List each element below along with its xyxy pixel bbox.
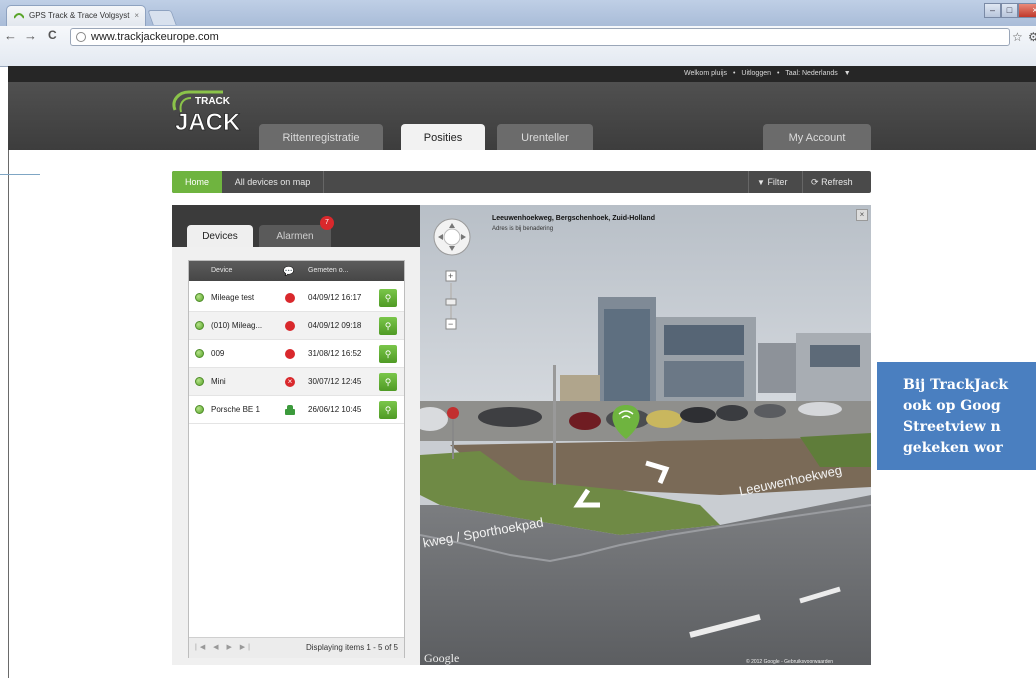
locate-button[interactable]: ⚲ [379,373,397,391]
refresh-label: Refresh [821,177,853,187]
chevron-down-icon[interactable]: ▼ [844,70,851,77]
forward-arrow-icon[interactable]: → [24,28,37,43]
locate-button[interactable]: ⚲ [379,317,397,335]
device-name: Mini [211,377,226,386]
table-row[interactable]: Mileage test 04/09/12 16:17 ⚲ [189,284,404,312]
table-row[interactable]: Porsche BE 1 26/06/12 10:45 ⚲ [189,396,404,424]
streetview-approx: Adres is bij benadering [492,226,554,232]
tab-alarmen[interactable]: Alarmen [259,225,331,247]
favicon-icon [14,13,24,19]
table-row[interactable]: (010) Mileag... 04/09/12 09:18 ⚲ [189,312,404,340]
streetview-address: Leeuwenhoekweg, Bergschenhoek, Zuid-Holl… [492,215,655,222]
refresh-icon: ⟳ [811,177,819,187]
online-status-icon [195,405,204,414]
home-button[interactable]: Home [172,171,222,193]
table-row[interactable]: 009 31/08/12 16:52 ⚲ [189,340,404,368]
svg-text:TRACK: TRACK [195,96,231,107]
streetview-panel[interactable]: + − Leeuwenhoekweg kweg / Sporthoekpad L… [420,205,871,665]
close-window-icon[interactable]: × [1018,3,1036,18]
grid-pager: |◀ ◀ ▶ ▶| Displaying items 1 - 5 of 5 [189,637,404,658]
device-name: 009 [211,349,225,358]
online-status-icon [195,377,204,386]
url-text: www.trackjackeurope.com [91,31,219,43]
svg-text:−: − [448,319,453,329]
device-name: Porsche BE 1 [211,405,260,414]
back-arrow-icon[interactable]: ← [4,28,17,43]
all-devices-button[interactable]: All devices on map [222,171,324,193]
filter-button[interactable]: ▼ Filter [748,171,795,193]
refresh-button[interactable]: ⟳ Refresh [802,171,861,193]
menu-wrench-icon[interactable]: ⚙ [1028,30,1036,44]
window-controls: – □ × [984,3,1036,18]
callout-line: Bij TrackJack [903,377,1009,393]
car-icon [285,405,295,415]
measured-date: 04/09/12 16:17 [308,293,362,302]
pager-controls[interactable]: |◀ ◀ ▶ ▶| [195,638,253,658]
map-toolbar: Home All devices on map ▼ Filter ⟳ Refre… [172,171,871,193]
chat-icon: 💬 [283,266,295,276]
measured-date: 31/08/12 16:52 [308,349,362,358]
locate-button[interactable]: ⚲ [379,345,397,363]
separator: • [733,70,736,77]
trackjack-logo[interactable]: TRACK JACK [165,90,243,136]
pager-info: Displaying items 1 - 5 of 5 [305,643,398,652]
callout-line: Streetview n [903,419,1001,435]
reload-icon[interactable]: C [48,28,57,42]
callout-line: ook op Goog [903,398,1001,414]
device-name: Mileage test [211,293,255,302]
filter-icon: ▼ [757,178,765,187]
copyright-text[interactable]: © 2012 Google - Gebruiksvoorwaarden [746,659,833,665]
page-icon [76,32,86,42]
language-select[interactable]: Taal: Nederlands [785,70,838,77]
close-icon[interactable]: × [856,209,868,221]
online-status-icon [195,349,204,358]
maximize-icon[interactable]: □ [1001,3,1018,18]
callout-line: gekeken wor [903,440,1003,456]
address-bar[interactable]: www.trackjackeurope.com [70,28,1010,46]
tab-my-account[interactable]: My Account [763,124,871,150]
column-device[interactable]: Device [211,261,232,281]
logout-link[interactable]: Uitloggen [741,70,771,77]
error-icon: × [285,377,295,387]
online-status-icon [195,321,204,330]
divider [0,174,40,175]
table-row[interactable]: Mini × 30/07/12 12:45 ⚲ [189,368,404,396]
online-status-icon [195,293,204,302]
tab-devices[interactable]: Devices [187,225,253,247]
grid-header: Device 💬 Gemeten o... [189,261,404,281]
locate-button[interactable]: ⚲ [379,289,397,307]
tab-rittenregistratie[interactable]: Rittenregistratie [259,124,383,150]
separator: • [776,70,780,77]
alarm-count-badge: 7 [320,216,334,230]
svg-text:JACK: JACK [175,109,241,136]
stop-icon [285,349,295,359]
site-topbar: Welkom pluijs • Uitloggen • Taal: Nederl… [8,66,1036,82]
google-logo: Google [424,651,460,665]
stop-icon [285,293,295,303]
locate-button[interactable]: ⚲ [379,401,397,419]
browser-toolbar: ← → C www.trackjackeurope.com ☆ ⚙ [0,26,1036,67]
tab-urenteller[interactable]: Urenteller [497,124,593,150]
tab-close-icon[interactable]: × [134,6,139,26]
minimize-icon[interactable]: – [984,3,1001,18]
filter-label: Filter [767,177,788,187]
measured-date: 04/09/12 09:18 [308,321,362,330]
measured-date: 30/07/12 12:45 [308,377,362,386]
device-name: (010) Mileag... [211,321,263,330]
stop-icon [285,321,295,331]
new-tab-button[interactable] [147,10,177,25]
welcome-text: Welkom pluijs [684,70,728,77]
callout-box: Bij TrackJack ook op Goog Streetview n g… [877,362,1036,470]
page-border [8,150,9,678]
measured-date: 26/06/12 10:45 [308,405,362,414]
bookmark-star-icon[interactable]: ☆ [1012,30,1023,44]
svg-text:+: + [448,271,453,281]
browser-tab[interactable]: GPS Track & Trace Volgsyst × [6,5,146,26]
streetview-image[interactable]: + − [420,205,871,665]
tab-posities[interactable]: Posities [401,124,485,150]
column-measured[interactable]: Gemeten o... [308,261,348,281]
tab-title: GPS Track & Trace Volgsyst [29,11,130,20]
